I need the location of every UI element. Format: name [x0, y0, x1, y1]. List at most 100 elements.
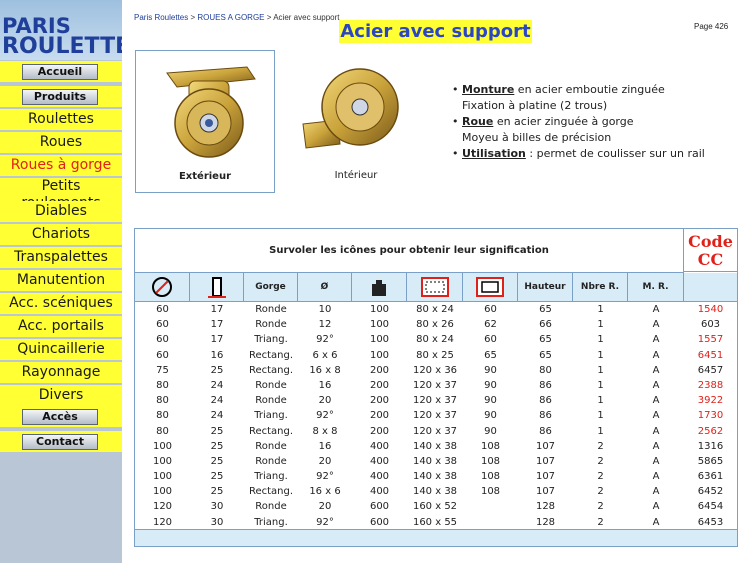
table-cell	[463, 499, 518, 514]
table-row: 80 24 Ronde 20 200 120 x 37 90 86 1 A 3922	[135, 393, 737, 408]
nav-item-roulettes[interactable]: Roulettes	[0, 109, 122, 130]
product-code-link[interactable]: 2562	[684, 424, 737, 439]
nav-item-transpalettes[interactable]: Transpalettes	[0, 247, 122, 268]
table-cell: 60	[156, 334, 169, 346]
table-cell: 60	[156, 304, 169, 315]
nav-button-label: Accueil	[22, 64, 98, 80]
nav-item-roues[interactable]: Roues	[0, 132, 122, 153]
breadcrumb-sep-2: >	[266, 13, 272, 22]
nav-item-acc-s[interactable]: Accès	[0, 406, 122, 427]
feature-item: • Monture en acier emboutie zinguée	[452, 82, 705, 98]
logo[interactable]: PARIS ROULETTES	[0, 0, 122, 60]
product-code-link[interactable]: 6454	[684, 499, 737, 514]
table-cell: Ronde	[255, 501, 287, 513]
table-cell: 140 x 38	[412, 455, 458, 467]
nav-item-roues-gorge[interactable]: Roues à gorge	[0, 155, 122, 176]
product-code-link[interactable]: 1557	[684, 332, 737, 347]
feature-term: Utilisation	[462, 147, 526, 160]
table-row: 60 16 Rectang. 6 x 6 100 80 x 25 65 65 1 A 6451	[135, 348, 737, 363]
table-cell: 1	[597, 425, 604, 437]
feature-subtext: Fixation à platine (2 trous)	[462, 99, 608, 112]
column-header: Hauteur	[518, 273, 573, 301]
sidebar: PARIS ROULETTES Accueil Produits Roulettes…	[0, 0, 122, 563]
load-weight-icon[interactable]	[352, 273, 407, 301]
product-code-link[interactable]: 1730	[684, 408, 737, 423]
plate-size-icon[interactable]	[407, 273, 463, 301]
nav-item-accueil[interactable]: Accueil	[0, 61, 122, 82]
product-code-link[interactable]: 3922	[684, 393, 737, 408]
nav-item-acc-portails[interactable]: Acc. portails	[0, 316, 122, 337]
table-cell: Rectang.	[248, 364, 294, 376]
product-code-link[interactable]: 603	[684, 317, 737, 332]
feature-text: en acier zinguée à gorge	[493, 115, 634, 128]
nav-item-acc-sc-niques[interactable]: Acc. scéniques	[0, 293, 122, 314]
table-cell: 160 x 52	[412, 501, 458, 513]
table-cell: 100	[369, 334, 390, 346]
nav-item-manutention[interactable]: Manutention	[0, 270, 122, 291]
table-cell: 16 x 8	[309, 364, 341, 376]
product-code-link[interactable]: 6457	[684, 363, 737, 378]
table-cell: Rectang.	[248, 425, 294, 437]
nav-item-rayonnage[interactable]: Rayonnage	[0, 362, 122, 383]
nav-item-produits[interactable]: Produits	[0, 86, 122, 107]
hole-spacing-icon[interactable]	[463, 273, 518, 301]
table-cell: 80	[156, 410, 169, 422]
table-cell: 400	[369, 471, 390, 483]
nav-button-label: Accès	[22, 409, 98, 425]
table-cell: 120 x 37	[412, 425, 458, 437]
table-cell: 100	[152, 471, 173, 483]
breadcrumb-section-link[interactable]: ROUES A GORGE	[197, 13, 264, 22]
feature-subtext: Moyeu à billes de précision	[462, 131, 612, 144]
nav-item-diables[interactable]: Diables	[0, 201, 122, 222]
table-row: 120 30 Ronde 20 600 160 x 52 128 2 A 6454	[135, 499, 737, 514]
table-cell: 86	[539, 395, 552, 407]
table-cell: 17	[210, 334, 224, 346]
wheel-width-icon[interactable]	[190, 273, 244, 301]
product-code-link[interactable]: 1540	[684, 302, 737, 317]
table-cell: 80	[156, 425, 169, 437]
product-code-link[interactable]: 6453	[684, 515, 737, 530]
table-cell: 20	[318, 455, 332, 467]
table-cell: 90	[484, 410, 497, 422]
product-code-link[interactable]: 5865	[684, 454, 737, 469]
page-title: Acier avec support	[339, 20, 532, 43]
table-cell: Rectang.	[248, 349, 294, 361]
table-cell: 2	[597, 440, 604, 452]
column-header: Ø	[298, 273, 352, 301]
table-cell: Rectang.	[248, 486, 294, 498]
table-cell: A	[652, 471, 660, 483]
product-code-link[interactable]: 1316	[684, 439, 737, 454]
nav-item-chariots[interactable]: Chariots	[0, 224, 122, 245]
table-cell: 400	[369, 486, 390, 498]
table-cell: 400	[369, 440, 390, 452]
nav-item-divers[interactable]: Divers	[0, 385, 122, 406]
table-cell: Ronde	[255, 379, 287, 391]
table-cell: 90	[484, 425, 497, 437]
page-number: Page 426	[694, 22, 729, 31]
table-cell: A	[652, 425, 660, 437]
product-code-link[interactable]: 6451	[684, 348, 737, 363]
table-cell: 108	[480, 440, 501, 452]
nav-item-quincaillerie[interactable]: Quincaillerie	[0, 339, 122, 360]
table-cell: 25	[210, 486, 224, 498]
table-row: 80 25 Rectang. 8 x 8 200 120 x 37 90 86 1 A 2562	[135, 424, 737, 439]
product-code-link[interactable]: 2388	[684, 378, 737, 393]
wheel-diameter-icon[interactable]	[135, 273, 190, 301]
product-code-link[interactable]: 6361	[684, 469, 737, 484]
table-cell: 90	[484, 379, 497, 391]
table-cell: 1	[597, 364, 604, 376]
table-cell: 108	[480, 471, 501, 483]
table-cell: 60	[484, 334, 497, 346]
table-cell: 25	[210, 364, 224, 376]
breadcrumb-home-link[interactable]: Paris Roulettes	[134, 13, 188, 22]
table-cell: 65	[539, 304, 552, 315]
table-cell: A	[652, 395, 660, 407]
product-code-link[interactable]: 6452	[684, 484, 737, 499]
table-row: 75 25 Rectang. 16 x 8 200 120 x 36 90 80 1 A 6457	[135, 363, 737, 378]
table-row: 80 24 Triang. 92° 200 120 x 37 90 86 1 A 1730	[135, 408, 737, 423]
table-cell: A	[652, 379, 660, 391]
table-cell: 107	[535, 440, 556, 452]
nav-item-contact[interactable]: Contact	[0, 431, 122, 452]
table-cell: 92°	[316, 334, 334, 346]
table-cell: 8 x 8	[312, 425, 338, 437]
